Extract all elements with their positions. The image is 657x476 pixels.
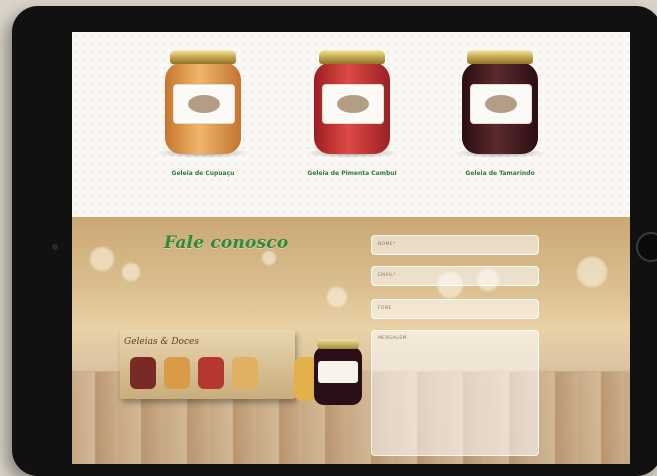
mini-jar xyxy=(198,357,224,389)
product-card[interactable]: Geleia de Pimenta Cambuí xyxy=(287,50,417,177)
email-placeholder: EMAIL* xyxy=(378,273,396,278)
jar-image xyxy=(155,50,251,158)
mini-jar xyxy=(164,357,190,389)
name-placeholder: NOME* xyxy=(378,242,396,247)
mini-jar xyxy=(232,357,258,389)
contact-title: Fale conosco xyxy=(164,233,289,253)
message-placeholder: MENSAGEM xyxy=(378,336,407,341)
phone-field[interactable]: FONE xyxy=(371,299,539,319)
tablet-frame: Geleia de Cupuaçu Geleia de Pimenta Camb… xyxy=(12,6,657,476)
product-name[interactable]: Geleia de Tamarindo xyxy=(435,170,565,177)
mini-jar xyxy=(130,357,156,389)
email-field[interactable]: EMAIL* xyxy=(371,266,539,286)
phone-placeholder: FONE xyxy=(378,306,392,311)
contact-section: Fale conosco Geleias & Doces NOME* EMAIL… xyxy=(72,217,630,464)
product-name[interactable]: Geleia de Pimenta Cambuí xyxy=(287,170,417,177)
products-section: Geleia de Cupuaçu Geleia de Pimenta Camb… xyxy=(72,32,630,217)
website-screen: Geleia de Cupuaçu Geleia de Pimenta Camb… xyxy=(72,32,630,464)
product-card[interactable]: Geleia de Cupuaçu xyxy=(138,50,268,177)
name-field[interactable]: NOME* xyxy=(371,235,539,255)
jar-image xyxy=(452,50,548,158)
product-card[interactable]: Geleia de Tamarindo xyxy=(435,50,565,177)
camera-icon xyxy=(52,244,58,250)
dark-jar xyxy=(314,339,362,405)
crate-label: Geleias & Doces xyxy=(124,337,199,347)
message-field[interactable]: MENSAGEM xyxy=(371,330,539,456)
jar-image xyxy=(304,50,400,158)
product-name[interactable]: Geleia de Cupuaçu xyxy=(138,170,268,177)
home-button[interactable] xyxy=(636,232,657,262)
